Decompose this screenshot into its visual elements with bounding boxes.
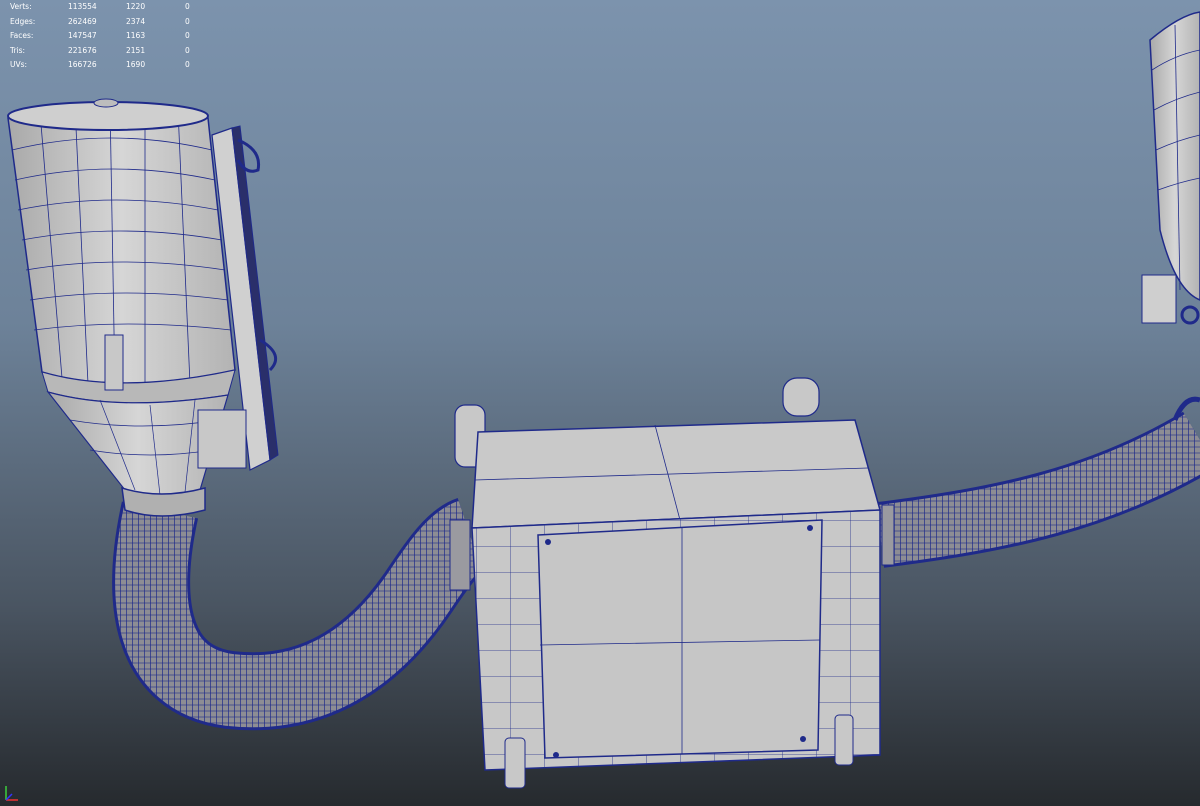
hopper-right[interactable] [1141,11,1200,421]
hud-components: 0 [185,45,190,55]
hud-label: UVs: [10,60,28,69]
hud-components: 0 [185,16,190,26]
hud-components: 0 [185,60,190,69]
hose-left[interactable] [112,498,487,731]
hud-row-faces: Faces: 147547 1163 0 [10,29,200,44]
hud-label: Tris: [10,45,26,55]
scene-render[interactable] [0,0,1200,806]
hud-total: 147547 [68,31,97,40]
hud-label: Faces: [10,31,34,40]
hud-total: 221676 [68,45,97,55]
hud-selected: 1690 [126,60,146,69]
hud-selected: 1163 [126,31,146,40]
hud-total: 262469 [68,16,97,26]
hud-components: 0 [185,2,190,11]
poly-count-hud: Verts: 113554 1220 0 Edges: 262469 2374 … [10,0,200,73]
hud-row-uvs: UVs: 166726 1690 0 [10,58,200,73]
viewport-3d[interactable]: Verts: 113554 1220 0 Edges: 262469 2374 … [0,0,1200,806]
box-unit[interactable] [449,377,895,789]
hud-row-verts: Verts: 113554 1220 0 [10,0,200,15]
hud-row-tris: Tris: 221676 2151 0 [10,44,200,59]
hud-selected: 2151 [126,45,146,55]
hud-row-edges: Edges: 262469 2374 0 [10,15,200,30]
hud-label: Verts: [10,2,32,11]
hose-right[interactable] [875,411,1200,568]
hud-components: 0 [185,31,190,40]
hud-selected: 2374 [126,16,146,26]
xyz-axis-icon [5,786,18,801]
hud-label: Edges: [10,16,36,26]
hud-total: 113554 [68,2,97,11]
hopper-left[interactable] [7,98,279,517]
hud-total: 166726 [68,60,97,69]
hud-selected: 1220 [126,2,146,11]
